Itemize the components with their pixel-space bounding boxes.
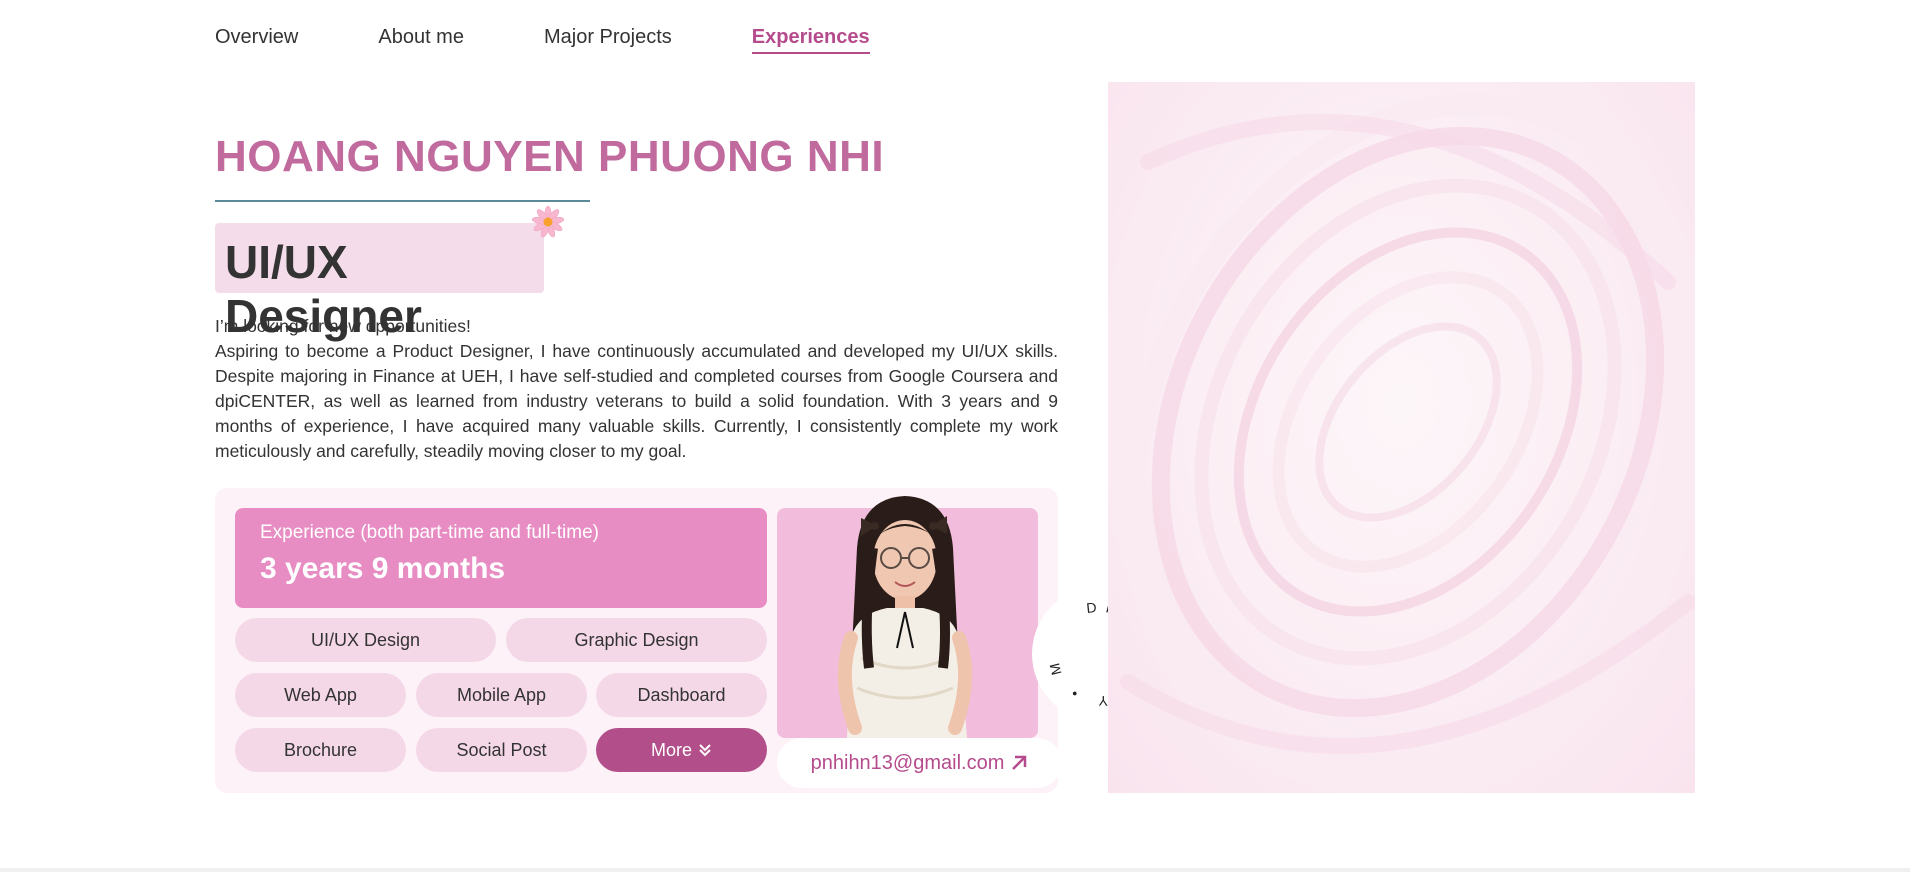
more-button-label: More: [650, 739, 692, 760]
email-address: pnhihn13@gmail.com: [810, 751, 1005, 774]
tag-web-app[interactable]: Web App: [235, 673, 406, 717]
double-chevron-down-icon: [699, 744, 711, 757]
flower-icon: [531, 205, 565, 238]
tag-graphic-design[interactable]: Graphic Design: [506, 618, 767, 662]
skills-card: Experience (both part-time and full-time…: [215, 488, 1062, 793]
tag-social-post[interactable]: Social Post: [416, 728, 587, 772]
email-link[interactable]: pnhihn13@gmail.com: [777, 738, 1062, 788]
page-title-name: HOANG NGUYEN PHUONG NHI: [215, 132, 885, 181]
intro-headline: I’m looking for new opportunities!: [215, 316, 471, 336]
profile-photo: [777, 496, 1038, 738]
top-nav: Overview About me Major Projects Experie…: [215, 26, 950, 54]
intro-body: Aspiring to become a Product Designer, I…: [215, 341, 1058, 461]
nav-item-overview[interactable]: Overview: [215, 26, 298, 54]
tag-ui-ux-design[interactable]: UI/UX Design: [235, 618, 496, 662]
swirl-pattern-image: [1120, 92, 1695, 792]
more-button[interactable]: More: [596, 728, 767, 772]
experience-summary: Experience (both part-time and full-time…: [235, 508, 767, 608]
nav-item-about-me[interactable]: About me: [378, 26, 464, 54]
profile-portrait-image: [837, 496, 973, 738]
tag-dashboard[interactable]: Dashboard: [596, 673, 767, 717]
hero-decorative-background: [1108, 82, 1695, 793]
tag-brochure[interactable]: Brochure: [235, 728, 406, 772]
arrow-up-right-icon: [1012, 755, 1027, 770]
nav-item-experiences[interactable]: Experiences: [751, 26, 870, 54]
experience-label: Experience (both part-time and full-time…: [260, 522, 599, 543]
intro-text: I’m looking for new opportunities! Aspir…: [215, 314, 1058, 464]
nav-item-major-projects[interactable]: Major Projects: [544, 26, 672, 54]
role-highlight: UI/UX Designer: [215, 223, 544, 342]
experience-value: 3 years 9 months: [260, 552, 506, 585]
title-divider: [215, 200, 590, 202]
tag-mobile-app[interactable]: Mobile App: [416, 673, 587, 717]
section-divider: [0, 868, 1910, 872]
